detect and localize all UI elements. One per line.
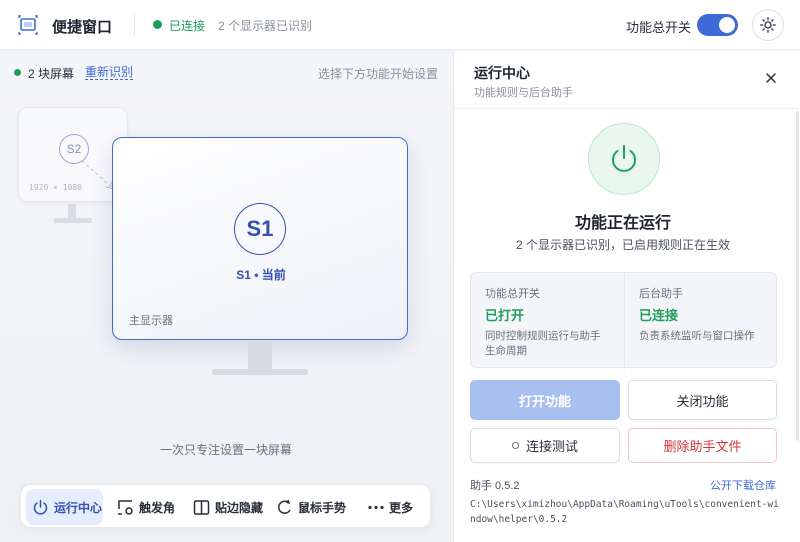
download-repo-link[interactable]: 公开下载仓库 <box>710 477 776 493</box>
dock-item-label: 鼠标手势 <box>298 500 347 515</box>
feature-dock: 运行中心 触发角 贴边隐藏 鼠标手势 更多 <box>20 484 431 528</box>
status-card: 功能总开关 已打开 同时控制规则运行与助手生命周期 后台助手 已连接 负责系统监… <box>470 272 778 369</box>
dock-item-edge-hide[interactable]: 贴边隐藏 <box>193 489 273 525</box>
circle-icon <box>511 442 519 449</box>
more-dots-icon <box>368 505 384 509</box>
delete-helper-button[interactable]: 删除助手文件 <box>628 428 777 463</box>
status-description: 同时控制规则运行与助手生命周期 <box>485 330 601 357</box>
power-icon <box>612 145 636 172</box>
dock-item-trigger-corner[interactable]: 触发角 <box>117 489 187 525</box>
sun-icon <box>760 17 776 33</box>
dock-item-mouse-gesture[interactable]: 鼠标手势 <box>276 489 366 525</box>
running-status-indicator <box>588 123 660 195</box>
monitor-s1-stand <box>248 342 272 372</box>
title-bar: 便捷窗口 已连接 2 个显示器已识别 功能总开关 <box>0 0 800 50</box>
dock-item-run-center[interactable]: 运行中心 <box>26 489 103 525</box>
power-icon <box>33 499 48 515</box>
dock-item-label: 运行中心 <box>54 500 103 515</box>
connection-test-button[interactable]: 连接测试 <box>470 428 620 463</box>
run-center-panel: 运行中心 功能规则与后台助手 功能正在运行 2 个显示器已识别，已启用规则正在生… <box>453 51 800 542</box>
monitor-s1-id: S1 <box>234 203 286 255</box>
panel-scrollbar[interactable] <box>796 111 799 441</box>
monitor-s2-stand <box>68 204 76 218</box>
connection-test-label: 连接测试 <box>525 439 578 454</box>
close-feature-button[interactable]: 关闭功能 <box>628 380 777 420</box>
panel-subtitle: 功能规则与后台助手 <box>474 87 573 99</box>
dock-item-label: 贴边隐藏 <box>215 500 264 515</box>
open-feature-button[interactable]: 打开功能 <box>470 380 620 420</box>
screens-status-dot <box>14 69 21 76</box>
status-label: 功能总开关 <box>485 288 540 300</box>
screen-count: 2 块屏幕 <box>28 67 75 81</box>
reidentify-link[interactable]: 重新识别 <box>85 65 134 80</box>
monitor-s1[interactable]: S1 S1 • 当前 主显示器 <box>112 137 408 340</box>
running-status-subtitle: 2 个显示器已识别，已启用规则正在生效 <box>515 238 730 252</box>
helper-version: 助手 0.5.2 <box>470 480 520 492</box>
status-label: 后台助手 <box>639 288 683 300</box>
status-value: 已连接 <box>639 308 679 323</box>
close-icon[interactable] <box>764 71 778 85</box>
running-status-title: 功能正在运行 <box>574 215 671 232</box>
app-logo-icon <box>18 15 38 35</box>
master-switch-toggle[interactable] <box>697 14 738 36</box>
helper-path: C:\Users\ximizhou\AppData\Roaming\uTools… <box>470 499 779 525</box>
master-switch-label: 功能总开关 <box>626 20 692 35</box>
connection-status: 已连接 <box>169 19 206 33</box>
panel-title: 运行中心 <box>474 65 530 81</box>
gesture-icon <box>277 499 291 514</box>
connection-status-dot <box>153 20 162 29</box>
dock-item-label: 更多 <box>389 500 414 515</box>
split-panel-icon <box>193 499 210 515</box>
monitor-s1-caption: S1 • 当前 <box>236 268 286 282</box>
dock-item-label: 触发角 <box>139 500 176 515</box>
monitor-layout-panel: 2 块屏幕 重新识别 选择下方功能开始设置 S2 1920 × 1080 S1 … <box>0 51 452 542</box>
monitor-s1-base <box>212 369 308 375</box>
panel-divider <box>454 108 800 109</box>
app-title: 便捷窗口 <box>52 19 113 36</box>
monitor-count-text: 2 个显示器已识别 <box>218 19 313 33</box>
monitor-s2-base <box>54 218 92 223</box>
status-description: 负责系统监听与窗口操作 <box>639 330 755 342</box>
theme-toggle-button[interactable] <box>752 9 784 41</box>
helper-status: 后台助手 已连接 负责系统监听与窗口操作 <box>625 273 778 369</box>
focus-hint: 一次只专注设置一块屏幕 <box>159 443 292 457</box>
master-switch-status: 功能总开关 已打开 同时控制规则运行与助手生命周期 <box>471 273 625 369</box>
corner-icon <box>118 499 133 515</box>
monitor-s2-resolution: 1920 × 1080 <box>29 183 82 192</box>
dock-item-more[interactable]: 更多 <box>367 489 423 525</box>
setup-hint: 选择下方功能开始设置 <box>317 67 438 81</box>
status-value: 已打开 <box>485 308 525 323</box>
title-divider <box>134 14 135 36</box>
toggle-knob <box>719 17 735 33</box>
monitor-s1-role: 主显示器 <box>129 315 173 327</box>
